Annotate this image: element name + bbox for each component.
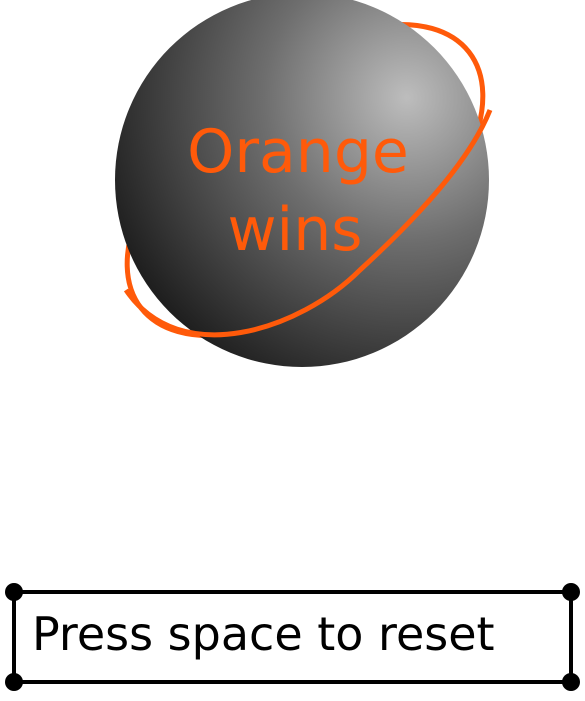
- frame-corner-dot: [5, 673, 23, 691]
- frame-corner-dot: [562, 583, 580, 601]
- reset-prompt-text: Press space to reset: [32, 607, 495, 661]
- winner-text-line1: Orange: [187, 117, 409, 187]
- winner-text-line2: wins: [227, 195, 362, 265]
- game-canvas: Orange wins: [5, 0, 580, 691]
- game-stage: Orange wins Press space to reset: [0, 0, 585, 696]
- frame-corner-dot: [562, 673, 580, 691]
- frame-corner-dot: [5, 583, 23, 601]
